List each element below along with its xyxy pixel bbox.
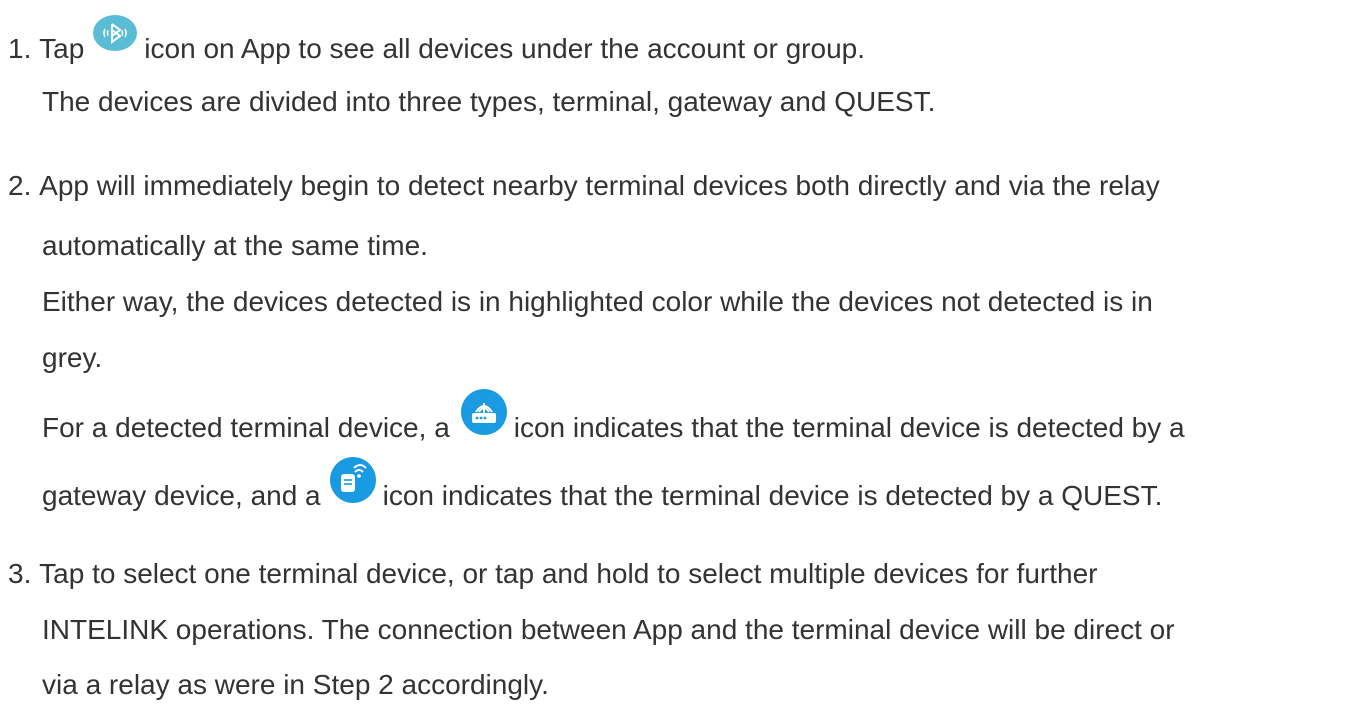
- step-text: App will immediately begin to detect nea…: [39, 170, 1160, 201]
- step-number: 2.: [8, 170, 32, 201]
- step-text: gateway device, and a: [42, 479, 321, 511]
- step-3-line-2: INTELINK operations. The connection betw…: [42, 614, 1175, 645]
- bluetooth-scan-icon: [92, 14, 138, 63]
- step-text: icon indicates that the terminal device …: [513, 411, 1185, 443]
- step-text: icon on App to see all devices under the…: [144, 32, 865, 64]
- step-2-line-1: 2. App will immediately begin to detect …: [8, 166, 1160, 206]
- step-2-line-4: grey.: [42, 342, 103, 373]
- step-2-line-3: Either way, the devices detected is in h…: [42, 286, 1153, 317]
- step-2-line-2: automatically at the same time.: [42, 230, 428, 261]
- step-text: Tap: [39, 32, 85, 64]
- step-1-line-2: The devices are divided into three types…: [42, 86, 936, 117]
- step-2-line-5: For a detected terminal device, a icon i…: [42, 389, 1185, 457]
- step-3-line-3: via a relay as were in Step 2 accordingl…: [42, 669, 549, 700]
- step-number: 1.: [8, 32, 32, 64]
- step-text: icon indicates that the terminal device …: [382, 479, 1163, 511]
- gateway-router-icon: [460, 388, 508, 447]
- step-text: Tap to select one terminal device, or ta…: [39, 558, 1098, 589]
- step-number: 3.: [8, 558, 32, 589]
- step-text: For a detected terminal device, a: [42, 411, 450, 443]
- step-2-line-6: gateway device, and a icon indicates tha…: [42, 457, 1163, 525]
- quest-radio-icon: [329, 456, 377, 515]
- step-1-line-1: 1. Tap icon on App to see all devices un…: [8, 15, 865, 73]
- step-3-line-1: 3. Tap to select one terminal device, or…: [8, 554, 1097, 594]
